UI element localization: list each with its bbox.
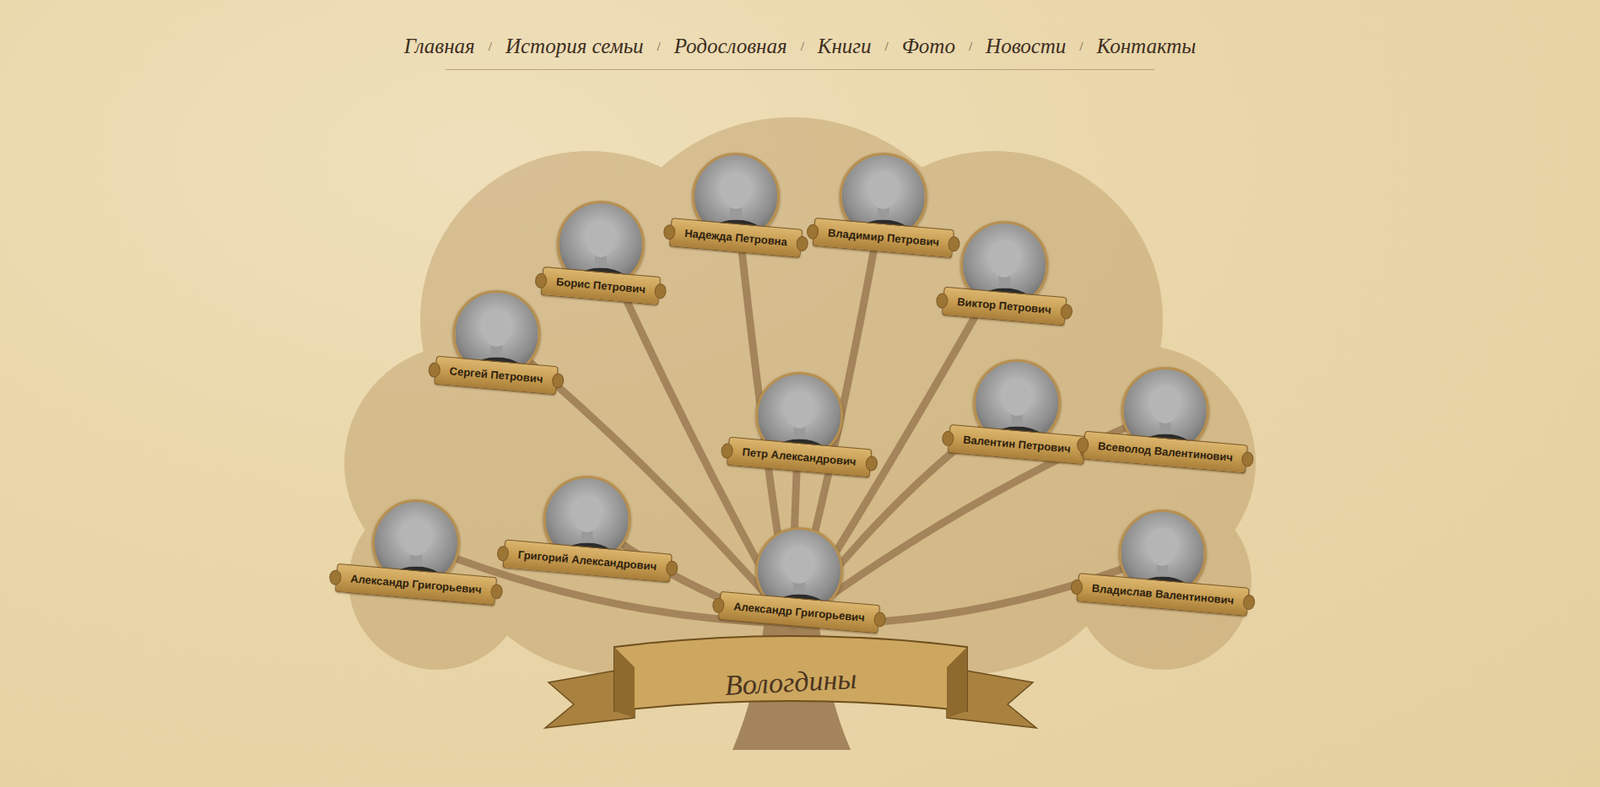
person-node[interactable]: Валентин Петрович	[948, 359, 1086, 460]
menu-link[interactable]: Новости	[985, 30, 1066, 63]
family-banner: Вологдины	[533, 630, 1049, 736]
person-name: Борис Петрович	[540, 265, 662, 305]
person-node[interactable]: Григорий Александрович	[503, 475, 672, 576]
person-node[interactable]: Александр Григорьевич	[335, 499, 497, 600]
menu-separator: /	[800, 37, 805, 57]
site-header: Главная / История семьи / Родословная / Книги /…	[0, 0, 1600, 71]
menu-link[interactable]: Фото	[902, 30, 956, 63]
person-node[interactable]: Надежда Петровна	[670, 152, 802, 253]
person-node[interactable]: Борис Петрович	[541, 200, 660, 301]
menu-link[interactable]: История семьи	[505, 30, 644, 63]
person-name: Надежда Петровна	[669, 217, 803, 258]
person-node[interactable]: Виктор Петрович	[942, 221, 1066, 321]
person-node[interactable]: Владислав Валентинович	[1077, 509, 1249, 610]
person-node[interactable]: Сергей Петрович	[435, 290, 558, 390]
person-name: Сергей Петрович	[433, 355, 558, 395]
family-tree: Надежда ПетровнаВладимир Петрович Борис П…	[335, 100, 1265, 751]
menu-separator: /	[885, 37, 889, 57]
person-node[interactable]: Всеволод Валентинович	[1083, 367, 1248, 467]
menu-separator: /	[657, 37, 661, 57]
main-menu: Главная/История семьи/Родословная/Книги/…	[445, 30, 1155, 71]
menu-link[interactable]: Главная	[404, 30, 476, 63]
person-node[interactable]: Александр Григорьевич	[718, 527, 880, 628]
person-name: Виктор Петрович	[941, 286, 1067, 325]
menu-separator: /	[488, 37, 492, 57]
person-name: Валентин Петрович	[947, 424, 1087, 465]
person-node[interactable]: Петр Александрович	[727, 372, 871, 472]
menu-link[interactable]: Книги	[817, 30, 872, 63]
menu-separator: /	[968, 37, 973, 57]
menu-link[interactable]: Контакты	[1096, 30, 1196, 63]
person-node[interactable]: Владимир Петрович	[813, 152, 954, 253]
menu-link[interactable]: Родословная	[674, 30, 788, 63]
menu-separator: /	[1079, 37, 1083, 57]
